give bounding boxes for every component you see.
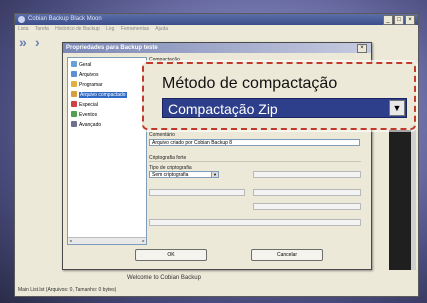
tree-item-programar[interactable]: Programar xyxy=(71,81,103,89)
tree-item-geral[interactable]: Geral xyxy=(71,61,91,69)
run-all-icon[interactable]: » xyxy=(19,34,27,50)
compaction-method-value: Compactação Zip xyxy=(168,101,278,117)
main-title-bar: Cobian Backup Black Moon _ □ × xyxy=(15,14,418,25)
chevron-down-icon[interactable]: ▼ xyxy=(389,100,405,116)
section-divider xyxy=(149,161,361,162)
menu-ajuda[interactable]: Ajuda xyxy=(155,26,168,32)
run-selected-icon[interactable]: › xyxy=(35,34,40,50)
tree-item-arquivos[interactable]: Arquivos xyxy=(71,71,98,79)
tree-item-eventos[interactable]: Eventos xyxy=(71,111,97,119)
minimize-button[interactable]: _ xyxy=(383,15,393,25)
tree-item-arquivo-compactado[interactable]: Arquivo compactado xyxy=(71,91,127,99)
archive-icon xyxy=(71,91,77,97)
app-icon xyxy=(18,16,25,23)
dialog-title: Propriedades para Backup teste xyxy=(63,43,371,53)
encryption-note-field xyxy=(149,219,361,226)
special-icon xyxy=(71,101,77,107)
password-field xyxy=(253,171,361,178)
compaction-method-label: Método de compactação xyxy=(162,75,338,92)
general-icon xyxy=(71,61,77,67)
dialog-close-button[interactable]: × xyxy=(357,44,367,53)
menu-ferramentas[interactable]: Ferramentas xyxy=(121,26,149,32)
schedule-icon xyxy=(71,81,77,87)
comment-label: Comentário xyxy=(149,132,175,138)
compaction-method-select[interactable]: Compactação Zip ▼ xyxy=(162,98,407,118)
main-window-title: Cobian Backup Black Moon xyxy=(28,16,102,22)
advanced-icon xyxy=(71,121,77,127)
menu-lista[interactable]: Lista xyxy=(18,26,29,32)
ok-button[interactable]: OK xyxy=(135,249,207,261)
log-text: Welcome to Cobian Backup xyxy=(127,275,201,281)
tree-horizontal-scrollbar[interactable]: ◂ ▸ xyxy=(68,237,146,244)
chevron-down-icon[interactable]: ▼ xyxy=(211,172,218,177)
crypto-type-value: Sem criptografia xyxy=(152,172,189,178)
compaction-method-zoom: Método de compactação Compactação Zip ▼ xyxy=(142,62,416,130)
confirm-password-field xyxy=(253,189,361,196)
files-icon xyxy=(71,71,77,77)
crypto-type-select[interactable]: Sem criptografia ▼ xyxy=(149,171,219,178)
menu-tarefa[interactable]: Tarefa xyxy=(35,26,49,32)
category-tree: Geral Arquivos Programar Arquivo compact… xyxy=(67,57,147,245)
key-file-field xyxy=(149,189,245,196)
tree-item-avancado[interactable]: Avançado xyxy=(71,121,101,129)
window-controls: _ □ × xyxy=(383,15,415,25)
menu-bar: Lista Tarefa Histórico de Backup Log Fer… xyxy=(15,25,421,33)
close-button[interactable]: × xyxy=(405,15,415,25)
scroll-left-icon[interactable]: ◂ xyxy=(68,238,73,244)
key-strength-field xyxy=(253,203,361,210)
comment-field[interactable]: Arquivo criado por Cobian Backup 8 xyxy=(149,139,360,146)
maximize-button[interactable]: □ xyxy=(394,15,404,25)
menu-log[interactable]: Log xyxy=(106,26,114,32)
cancel-button[interactable]: Cancelar xyxy=(251,249,323,261)
status-bar: Main List.lst (Arquivos: 0, Tamanho: 0 b… xyxy=(18,287,117,293)
tree-item-especial[interactable]: Especial xyxy=(71,101,98,109)
scroll-right-icon[interactable]: ▸ xyxy=(141,238,146,244)
menu-historico[interactable]: Histórico de Backup xyxy=(55,26,99,32)
events-icon xyxy=(71,111,77,117)
